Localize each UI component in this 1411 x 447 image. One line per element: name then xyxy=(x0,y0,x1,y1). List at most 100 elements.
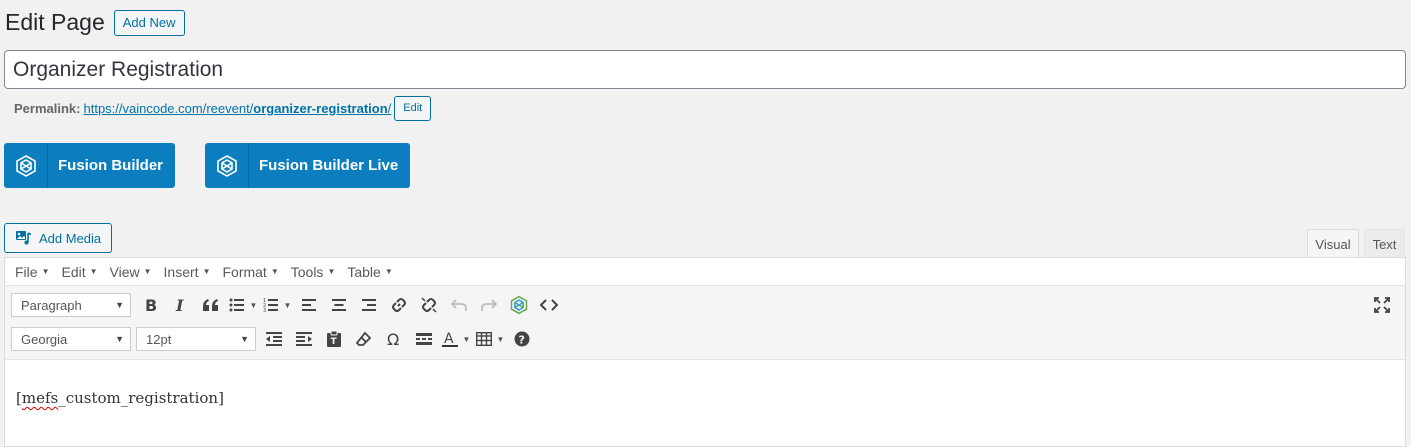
chevron-down-icon: ▼ xyxy=(249,300,258,310)
undo-button[interactable] xyxy=(444,292,474,318)
menu-edit-label: Edit xyxy=(61,263,86,280)
blockquote-button[interactable] xyxy=(196,292,226,318)
align-center-icon xyxy=(332,299,346,311)
menu-insert-label: Insert xyxy=(163,263,199,280)
svg-text:B: B xyxy=(145,297,157,313)
bold-icon: B xyxy=(145,297,157,313)
permalink-link[interactable]: https://vaincode.com/reevent/organizer-r… xyxy=(83,101,391,116)
menu-file-label: File xyxy=(15,263,38,280)
svg-text:I: I xyxy=(175,297,184,313)
table-icon xyxy=(475,332,492,346)
blockquote-icon xyxy=(203,299,218,311)
menu-insert[interactable]: Insert ▼ xyxy=(158,264,217,280)
menu-table-label: Table xyxy=(347,263,381,280)
italic-button[interactable]: I xyxy=(166,292,196,318)
page-header: Edit Page Add New xyxy=(5,8,185,37)
permalink-edit-button[interactable]: Edit xyxy=(394,96,432,121)
omega-icon: Ω xyxy=(387,331,399,347)
menu-view-label: View xyxy=(109,263,140,280)
menu-tools[interactable]: Tools ▼ xyxy=(285,264,342,280)
chevron-down-icon: ▼ xyxy=(115,334,124,344)
align-center-button[interactable] xyxy=(324,292,354,318)
toolbar-row-2: Georgia ▼ 12pt ▼ T Ω A ▼ ▼ ? xyxy=(11,326,537,352)
editor-menubar: File ▼ Edit ▼ View ▼ Insert ▼ Format ▼ Tools ▼… xyxy=(5,258,1405,286)
permalink-slug: organizer-registration xyxy=(253,101,388,116)
eraser-icon xyxy=(356,331,372,346)
add-media-button[interactable]: Add Media xyxy=(4,223,113,253)
fusion-builder-icon xyxy=(4,143,48,188)
link-icon xyxy=(392,298,406,312)
fusion-builder-button[interactable]: Fusion Builder xyxy=(4,143,175,188)
code-button[interactable] xyxy=(534,292,564,318)
help-icon: ? xyxy=(514,331,530,347)
bold-button[interactable]: B xyxy=(136,292,166,318)
indent-button[interactable] xyxy=(289,326,319,352)
fusion-builder-label: Fusion Builder xyxy=(58,157,163,174)
menu-tools-label: Tools xyxy=(290,263,324,280)
fusion-element-button[interactable] xyxy=(504,292,534,318)
redo-button[interactable] xyxy=(474,292,504,318)
undo-icon xyxy=(451,299,467,311)
menu-edit[interactable]: Edit ▼ xyxy=(55,264,103,280)
fullscreen-icon xyxy=(1374,297,1390,313)
font-size-select[interactable]: 12pt ▼ xyxy=(136,327,256,351)
menu-file[interactable]: File ▼ xyxy=(9,264,55,280)
text-color-button[interactable]: A ▼ xyxy=(439,326,473,352)
permalink-trailing: / xyxy=(387,101,392,116)
bullet-list-button[interactable]: ▼ xyxy=(226,292,260,318)
align-right-button[interactable] xyxy=(354,292,384,318)
outdent-button[interactable] xyxy=(259,326,289,352)
chevron-down-icon: ▼ xyxy=(115,300,124,310)
redo-icon xyxy=(481,299,497,311)
content-rest: _custom_registration] xyxy=(58,389,224,407)
chevron-down-icon: ▼ xyxy=(89,267,98,276)
chevron-down-icon: ▼ xyxy=(240,334,249,344)
add-media-label: Add Media xyxy=(39,230,102,246)
post-title-input[interactable] xyxy=(4,50,1406,89)
read-more-icon xyxy=(416,333,432,345)
special-character-button[interactable]: Ω xyxy=(379,326,409,352)
chevron-down-icon: ▼ xyxy=(270,267,279,276)
permalink-row: Permalink: https://vaincode.com/reevent/… xyxy=(14,96,432,121)
bullet-list-icon xyxy=(229,298,244,312)
fusion-builder-live-button[interactable]: Fusion Builder Live xyxy=(205,143,410,188)
format-select[interactable]: Paragraph ▼ xyxy=(11,293,131,317)
align-left-button[interactable] xyxy=(294,292,324,318)
chevron-down-icon: ▼ xyxy=(327,267,336,276)
help-button[interactable]: ? xyxy=(507,326,537,352)
insert-link-button[interactable] xyxy=(384,292,414,318)
add-new-button[interactable]: Add New xyxy=(113,9,185,36)
tab-text[interactable]: Text xyxy=(1364,229,1405,258)
svg-text:T: T xyxy=(331,337,338,347)
toolbar-row-1: Paragraph ▼ B I ▼ 1 2 3 ▼ xyxy=(11,292,564,318)
paste-text-button[interactable]: T xyxy=(319,326,349,352)
menu-view[interactable]: View ▼ xyxy=(104,264,158,280)
chevron-down-icon: ▼ xyxy=(143,267,152,276)
font-family-select-value: Georgia xyxy=(21,331,68,347)
unlink-icon xyxy=(421,297,437,313)
permalink-base: https://vaincode.com/reevent/ xyxy=(83,101,254,116)
editor-content[interactable]: [mefs_custom_registration] xyxy=(5,360,1405,436)
chevron-down-icon: ▼ xyxy=(496,334,505,344)
read-more-button[interactable] xyxy=(409,326,439,352)
chevron-down-icon: ▼ xyxy=(283,300,292,310)
chevron-down-icon: ▼ xyxy=(462,334,471,344)
add-media-icon xyxy=(16,231,32,245)
format-select-value: Paragraph xyxy=(21,297,82,313)
svg-text:Ω: Ω xyxy=(387,331,399,347)
text-color-icon: A xyxy=(441,331,458,347)
fullscreen-button[interactable] xyxy=(1367,292,1397,318)
content-misspelled-word: mefs xyxy=(21,389,59,407)
remove-link-button[interactable] xyxy=(414,292,444,318)
font-size-select-value: 12pt xyxy=(146,331,172,347)
table-button[interactable]: ▼ xyxy=(473,326,507,352)
menu-table[interactable]: Table ▼ xyxy=(341,264,398,280)
align-right-icon xyxy=(362,299,376,311)
numbered-list-button[interactable]: 1 2 3 ▼ xyxy=(260,292,294,318)
font-family-select[interactable]: Georgia ▼ xyxy=(11,327,131,351)
menu-format[interactable]: Format ▼ xyxy=(216,264,284,280)
tab-visual[interactable]: Visual xyxy=(1307,229,1359,258)
svg-text:A: A xyxy=(444,331,454,347)
fusion-builder-live-icon xyxy=(205,143,249,188)
clear-formatting-button[interactable] xyxy=(349,326,379,352)
